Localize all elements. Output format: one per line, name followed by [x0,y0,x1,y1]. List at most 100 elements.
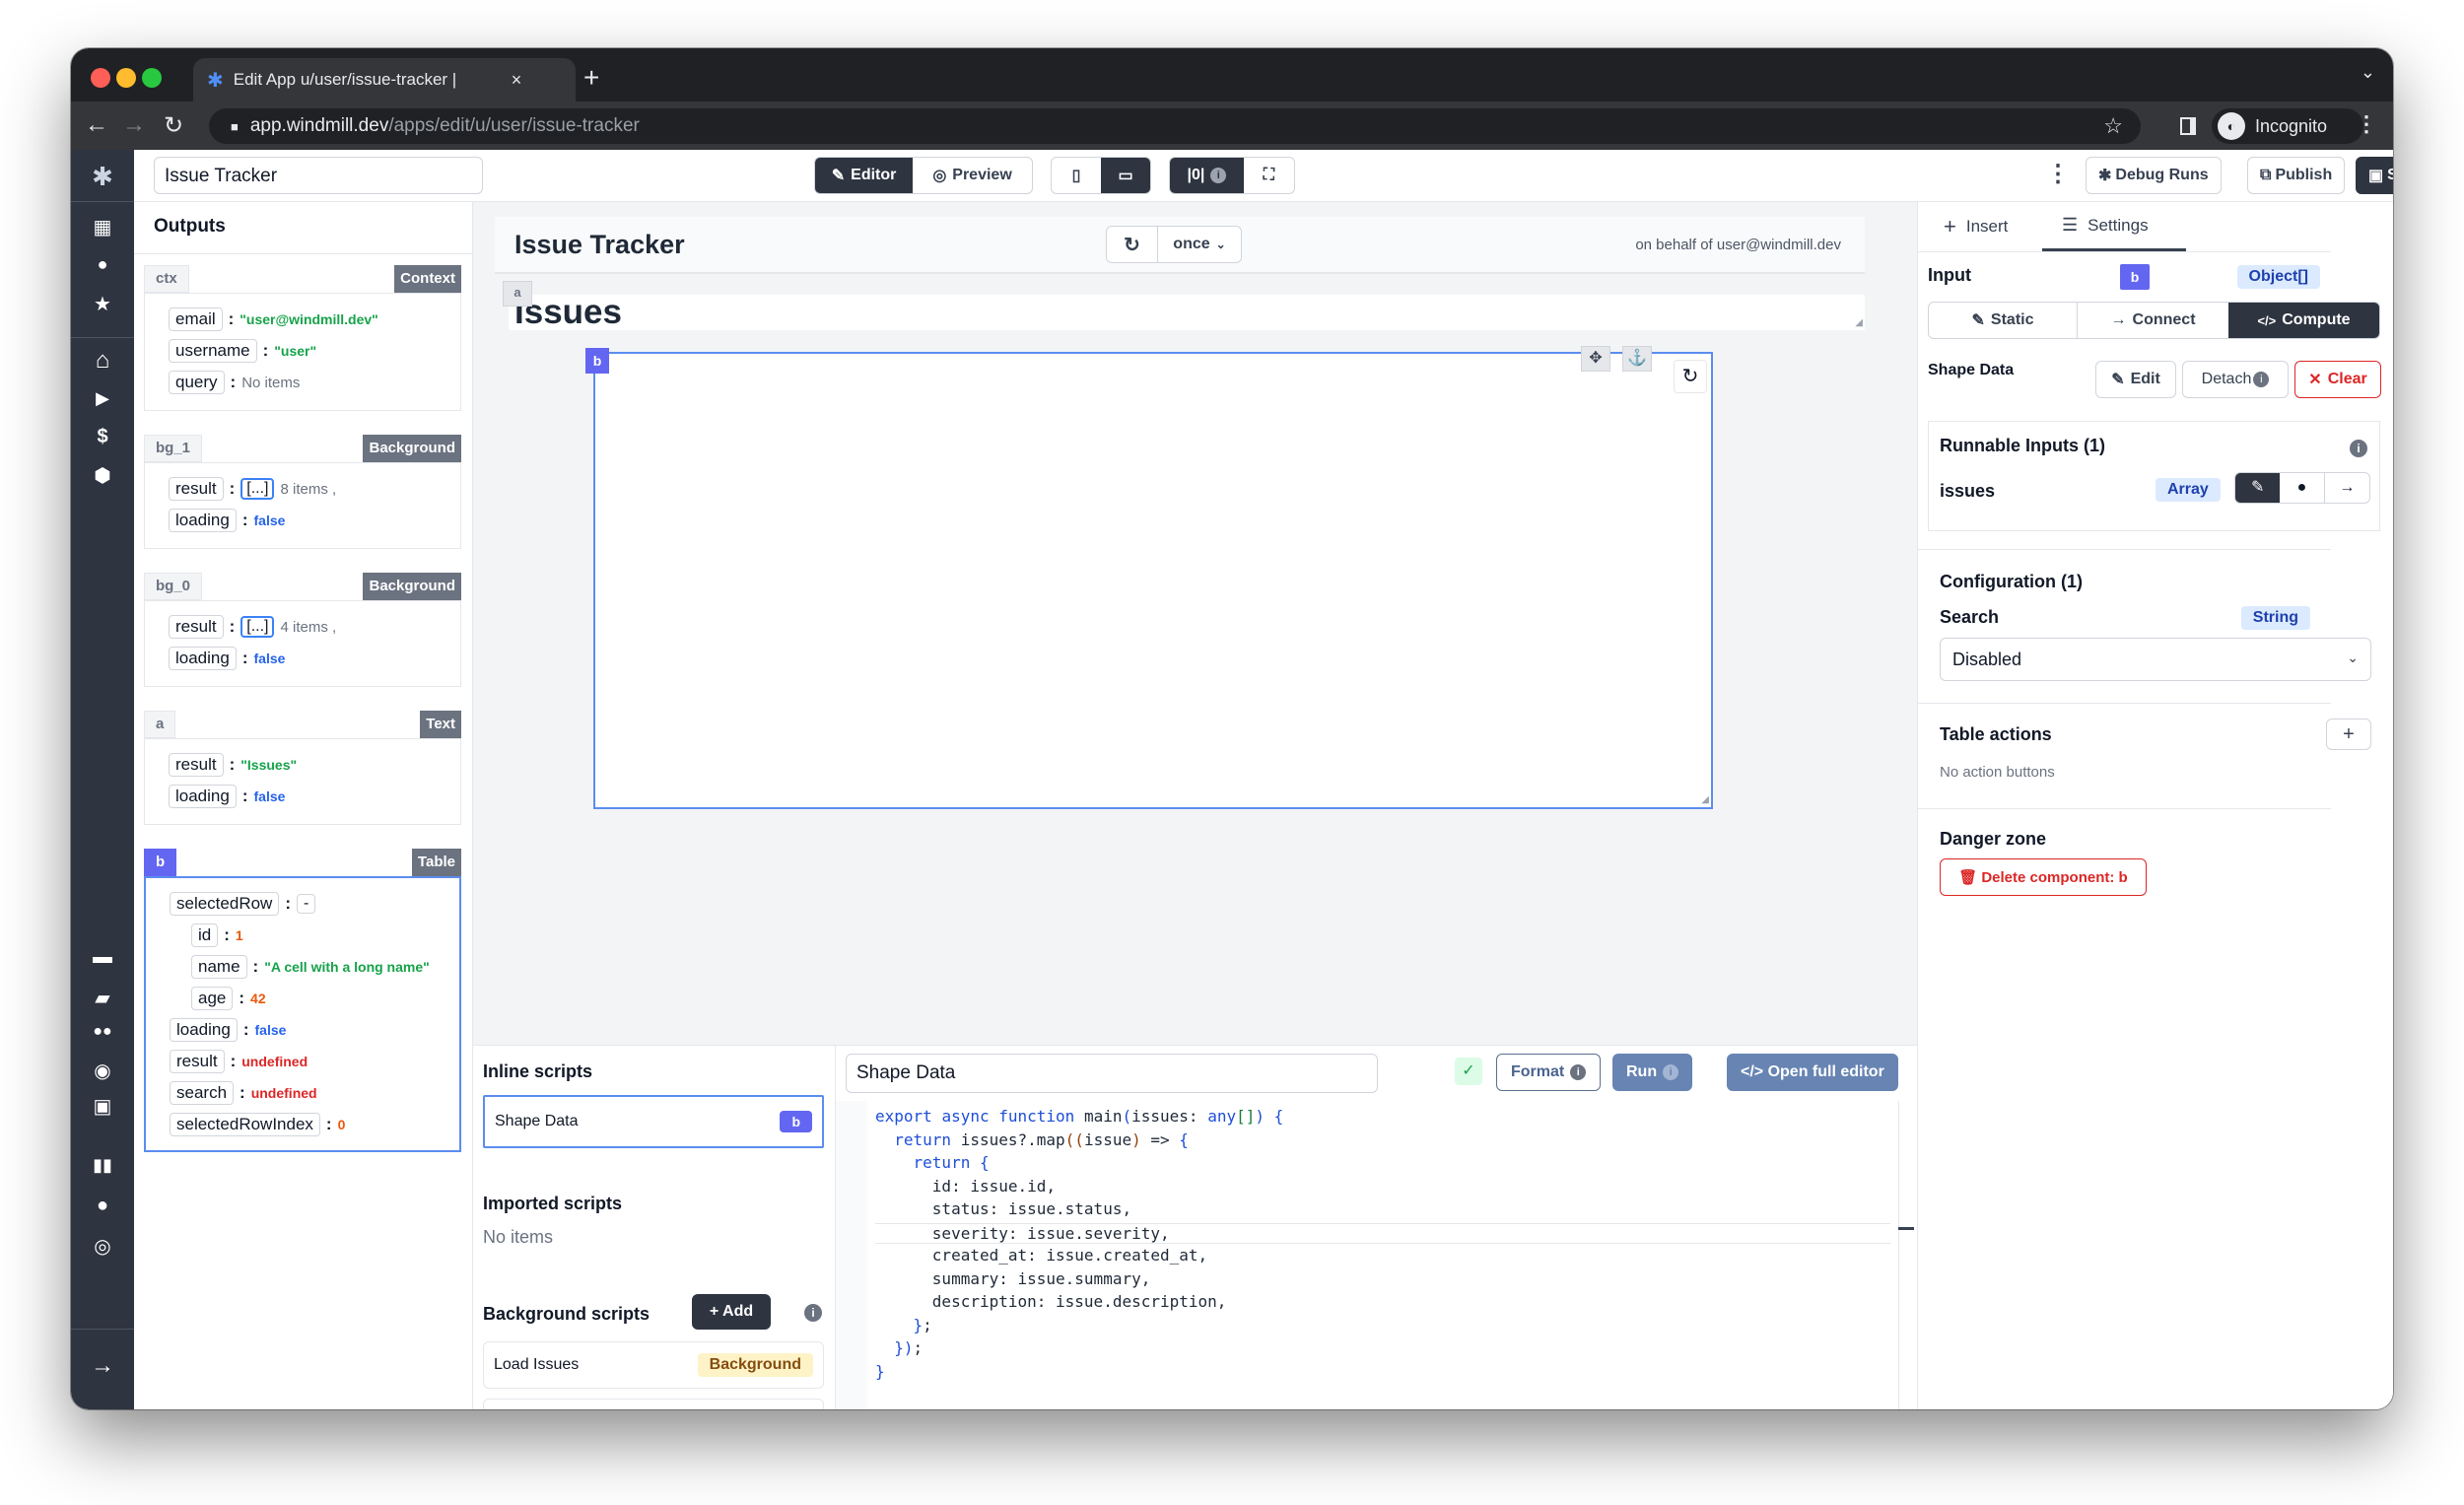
preview-mode-button[interactable]: ◎ Preview [913,158,1032,193]
edit-button[interactable]: ✎ Edit [2095,361,2176,398]
component-id-label[interactable]: b [585,348,609,374]
background-script-item[interactable] [483,1399,824,1409]
desktop-view-button[interactable]: ▭ [1101,158,1150,193]
tab-search-chevron-icon[interactable]: ⌄ [2361,62,2375,83]
add-table-action-button[interactable]: + [2326,718,2371,750]
play-icon[interactable]: ▶ [71,388,134,409]
search-mode-select[interactable]: Disabled ⌄ [1940,638,2371,681]
inline-script-item[interactable]: Shape Data b [483,1095,824,1148]
delete-component-button[interactable]: 🗑 Delete component: b [1940,858,2147,896]
info-icon[interactable]: i [2350,440,2367,457]
home-icon[interactable]: ⌂ [71,347,134,375]
table-component-b[interactable]: b ✥ ⚓ ↻ ◢ [585,346,1713,809]
resize-handle[interactable]: ◢ [1701,794,1709,805]
close-window-button[interactable] [91,68,110,88]
scrollbar[interactable] [1898,1101,1914,1409]
new-tab-button[interactable]: + [583,62,599,94]
connect-input-arrow-icon[interactable]: → [2325,473,2369,503]
output-key[interactable]: email [169,308,223,331]
app-title-input[interactable]: Issue Tracker [154,157,483,194]
anchor-icon[interactable]: ⚓ [1622,346,1652,372]
users-icon[interactable]: ●● [71,1023,134,1041]
format-button[interactable]: Format i [1496,1054,1602,1091]
output-key[interactable]: age [191,987,234,1010]
minimize-window-button[interactable] [116,68,136,88]
profile-button[interactable]: ◐ Incognito [2212,108,2363,144]
mobile-view-button[interactable]: ▯ [1052,158,1101,193]
eye-icon[interactable]: ◉ [71,1059,134,1083]
windmill-logo-icon[interactable]: ✱ [71,162,134,192]
star-icon[interactable]: ★ [71,292,134,316]
robot-icon[interactable]: ▣ [71,1094,134,1119]
output-key[interactable]: search [170,1081,235,1105]
code-editor[interactable]: 1export async function main(issues: any[… [836,1101,1900,1409]
output-key[interactable]: loading [169,647,237,670]
output-value[interactable]: [...] [240,478,275,500]
output-key[interactable]: name [191,955,247,979]
open-full-editor-button[interactable]: </> Open full editor [1727,1054,1898,1091]
publish-button[interactable]: ⧉ Publish [2247,157,2346,194]
output-key[interactable]: id [191,924,219,947]
book-icon[interactable]: ▮▮ [71,1155,134,1176]
refresh-icon[interactable]: ↻ [1107,227,1158,262]
github-icon[interactable]: ◎ [71,1234,134,1259]
back-arrow-icon[interactable]: ← [85,111,108,139]
output-value[interactable]: [...] [240,616,275,638]
output-key[interactable]: result [169,753,224,777]
detach-button[interactable]: Detach i [2182,361,2289,398]
output-key[interactable]: selectedRow [170,892,280,916]
bookmark-star-icon[interactable]: ☆ [2103,113,2123,139]
refresh-mode-dropdown[interactable]: once ⌄ [1158,227,1241,262]
save-button[interactable]: ▣Save [2356,157,2393,194]
add-background-script-button[interactable]: + Add [692,1294,771,1330]
apps-grid-icon[interactable]: ▦ [71,215,134,239]
more-options-icon[interactable]: ⋮ [2046,160,2070,188]
output-key[interactable]: result [169,615,224,639]
maximize-window-button[interactable] [142,68,162,88]
output-value[interactable]: - [297,894,316,914]
forward-arrow-icon[interactable]: → [122,111,146,139]
fixed-width-button[interactable]: |0| i [1170,158,1244,193]
static-input-pencil-icon[interactable]: ✎ [2235,473,2281,503]
debug-runs-button[interactable]: ✱ Debug Runs [2086,157,2222,194]
tab-settings[interactable]: ☰ Settings [2042,202,2186,251]
output-key[interactable]: selectedRowIndex [170,1113,320,1136]
expand-sidebar-arrow-icon[interactable]: → [71,1352,134,1380]
reload-icon[interactable]: ↻ [164,111,183,140]
background-script-item[interactable]: Load Issues Background [483,1341,824,1389]
output-key[interactable]: loading [169,785,237,808]
url-bar[interactable]: ■ app.windmill.dev/apps/edit/u/user/issu… [209,108,2141,144]
calendar-icon[interactable]: ▬ [71,946,134,969]
info-icon[interactable]: i [804,1304,822,1322]
table-refresh-icon[interactable]: ↻ [1674,360,1707,393]
browser-menu-icon[interactable]: ⋮ [2356,111,2377,137]
output-component-id[interactable]: b [144,849,177,876]
output-key[interactable]: loading [170,1018,238,1042]
output-key[interactable]: result [169,477,224,501]
output-component-id[interactable]: bg_0 [144,573,203,600]
user-icon[interactable]: ● [71,254,134,275]
script-name-input[interactable]: Shape Data [846,1054,1378,1093]
output-component-id[interactable]: ctx [144,265,189,293]
output-component-id[interactable]: a [144,711,176,738]
cubes-icon[interactable]: ⬢ [71,463,134,488]
folder-icon[interactable]: ▰ [71,986,134,1010]
output-component-id[interactable]: bg_1 [144,435,203,462]
user-input-icon[interactable]: ● [2280,473,2325,503]
run-button[interactable]: Run i [1612,1054,1693,1091]
output-key[interactable]: username [169,339,257,363]
output-key[interactable]: query [169,371,225,394]
close-tab-icon[interactable]: × [512,70,522,91]
clear-button[interactable]: ✕ Clear [2294,361,2381,398]
static-mode-button[interactable]: ✎ Static [1929,303,2079,338]
compute-mode-button[interactable]: </> Compute [2228,303,2379,338]
component-id-label[interactable]: a [503,281,532,307]
browser-tab[interactable]: ✱ Edit App u/user/issue-tracker | × [193,58,576,102]
discord-icon[interactable]: ● [71,1195,134,1217]
resize-handle[interactable]: ◢ [1855,317,1863,328]
dollar-icon[interactable]: $ [71,426,134,448]
tab-insert[interactable]: + Insert [1944,202,2008,251]
side-panel-icon[interactable] [2180,117,2196,135]
fullscreen-button[interactable]: ⛶ [1244,158,1294,193]
output-key[interactable]: loading [169,509,237,532]
